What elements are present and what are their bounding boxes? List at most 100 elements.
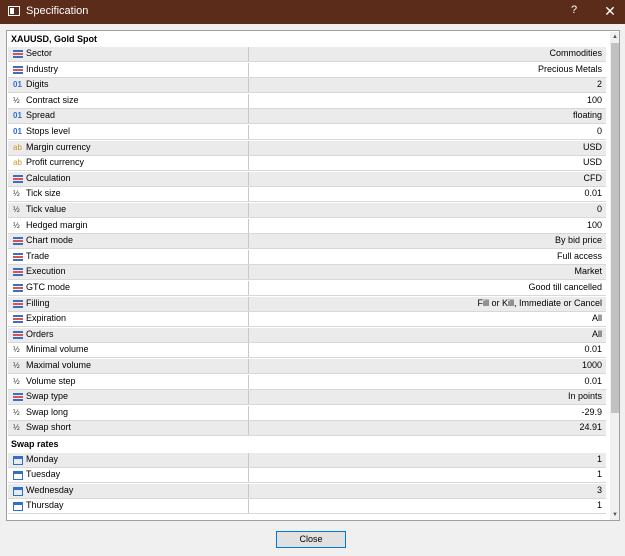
row-label: Trade <box>26 250 50 261</box>
table-row[interactable]: ½ Volume step 0.01 <box>8 374 606 390</box>
fraction-icon: ½ <box>13 407 20 417</box>
row-name-cell: Swap type <box>8 390 249 405</box>
window-icon <box>8 6 20 16</box>
table-row[interactable]: Trade Full access <box>8 249 606 265</box>
table-row[interactable]: ab Margin currency USD <box>8 140 606 156</box>
table-row[interactable]: ½ Swap short 24.91 <box>8 421 606 437</box>
symbol-header-text: XAUUSD, Gold Spot <box>11 34 97 44</box>
integer-icon: 01 <box>13 127 22 136</box>
row-name-cell: 01 Digits <box>8 78 249 93</box>
calendar-icon <box>13 455 23 465</box>
row-name-cell: Chart mode <box>8 234 249 249</box>
scroll-down-arrow[interactable]: ▼ <box>610 510 619 520</box>
title-bar: Specification ? ✕ <box>0 0 625 24</box>
row-value: 1 <box>596 453 602 464</box>
row-label: Swap long <box>26 406 69 417</box>
row-name-cell: Thursday <box>8 499 249 514</box>
row-name-cell: ½ Tick size <box>8 187 249 202</box>
swap-rates-title: Swap rates <box>11 439 59 449</box>
table-row[interactable]: 01 Stops level 0 <box>8 125 606 140</box>
fraction-icon: ½ <box>13 205 20 214</box>
table-row[interactable]: Filling Fill or Kill, Immediate or Cancel <box>8 296 606 312</box>
table-row[interactable]: Wednesday 3 <box>8 483 606 499</box>
row-value: CFD <box>583 172 603 183</box>
scroll-thumb[interactable] <box>611 43 619 413</box>
row-value: Market <box>574 266 602 277</box>
row-value: Precious Metals <box>537 63 602 74</box>
string-icon: ab <box>13 158 22 168</box>
row-value: 1000 <box>581 360 602 370</box>
row-value: floating <box>572 110 602 121</box>
row-value: 100 <box>586 94 602 105</box>
table-row[interactable]: ½ Minimal volume 0.01 <box>8 343 606 359</box>
calendar-icon <box>13 470 23 481</box>
table-row[interactable]: ½ Tick size 0.01 <box>8 187 606 203</box>
row-value: 1 <box>596 500 602 511</box>
table-row[interactable]: ½ Contract size 100 <box>8 93 606 109</box>
row-value: 1 <box>596 469 602 480</box>
symbol-header: XAUUSD, Gold Spot <box>8 32 606 47</box>
table-row[interactable]: Swap type In points <box>8 390 606 406</box>
enum-icon <box>13 65 23 75</box>
row-value: Commodities <box>549 48 602 58</box>
help-button[interactable]: ? <box>566 4 582 20</box>
table-row[interactable]: ½ Tick value 0 <box>8 203 606 218</box>
row-label: Industry <box>26 63 59 74</box>
table-row[interactable]: Tuesday 1 <box>8 468 606 484</box>
table-row[interactable]: Thursday 1 <box>8 499 606 515</box>
row-value: 0.01 <box>584 344 602 355</box>
table-row[interactable]: Calculation CFD <box>8 171 606 187</box>
close-button[interactable]: Close <box>276 531 346 548</box>
row-label: Swap type <box>26 391 69 402</box>
row-label: Filling <box>26 297 50 308</box>
enum-icon <box>13 252 23 262</box>
row-value: 0.01 <box>584 375 602 386</box>
row-name-cell: Tuesday <box>8 468 249 483</box>
row-value: -29.9 <box>581 406 602 417</box>
table-row[interactable]: 01 Spread floating <box>8 109 606 125</box>
row-label: Stops level <box>26 126 71 136</box>
row-label: Chart mode <box>26 235 74 246</box>
row-label: Digits <box>26 79 49 90</box>
enum-icon <box>13 314 23 324</box>
enum-icon <box>13 330 23 340</box>
table-row[interactable]: Expiration All <box>8 312 606 328</box>
table-row[interactable]: Execution Market <box>8 265 606 281</box>
table-row[interactable]: Sector Commodities <box>8 47 606 62</box>
table-row[interactable]: Industry Precious Metals <box>8 62 606 78</box>
specification-grid[interactable]: XAUUSD, Gold Spot Sector Commodities Indus… <box>6 30 620 521</box>
string-icon: ab <box>13 142 22 152</box>
row-value: 100 <box>586 219 602 230</box>
row-label: Maximal volume <box>26 360 92 370</box>
integer-icon: 01 <box>13 111 22 121</box>
enum-icon <box>13 236 23 246</box>
row-label: Execution <box>26 266 66 277</box>
table-row[interactable]: ½ Swap long -29.9 <box>8 405 606 421</box>
row-value: 24.91 <box>579 422 602 433</box>
table-row[interactable]: Monday 1 <box>8 452 606 468</box>
row-name-cell: ½ Contract size <box>8 93 249 108</box>
vertical-scrollbar[interactable]: ▲ ▼ <box>610 32 619 520</box>
table-row[interactable]: ½ Maximal volume 1000 <box>8 359 606 374</box>
enum-icon <box>13 392 23 402</box>
scroll-up-arrow[interactable]: ▲ <box>610 32 619 42</box>
row-name-cell: ½ Tick value <box>8 203 249 217</box>
row-label: Tick size <box>26 188 61 199</box>
fraction-icon: ½ <box>13 189 20 199</box>
row-label: Margin currency <box>26 141 91 152</box>
row-label: Contract size <box>26 94 79 105</box>
row-label: Sector <box>26 48 53 58</box>
table-row[interactable]: Orders All <box>8 327 606 343</box>
table-row[interactable]: Chart mode By bid price <box>8 234 606 250</box>
row-value: By bid price <box>554 235 602 246</box>
table-row[interactable]: 01 Digits 2 <box>8 78 606 94</box>
row-value: USD <box>582 141 602 152</box>
row-name-cell: Monday <box>8 452 249 467</box>
row-label: Volume step <box>26 375 76 386</box>
close-window-button[interactable]: ✕ <box>601 2 619 20</box>
table-row[interactable]: GTC mode Good till cancelled <box>8 281 606 296</box>
enum-icon <box>13 174 23 184</box>
table-row[interactable]: ½ Hedged margin 100 <box>8 218 606 234</box>
enum-icon <box>13 283 23 293</box>
table-row[interactable]: ab Profit currency USD <box>8 156 606 172</box>
